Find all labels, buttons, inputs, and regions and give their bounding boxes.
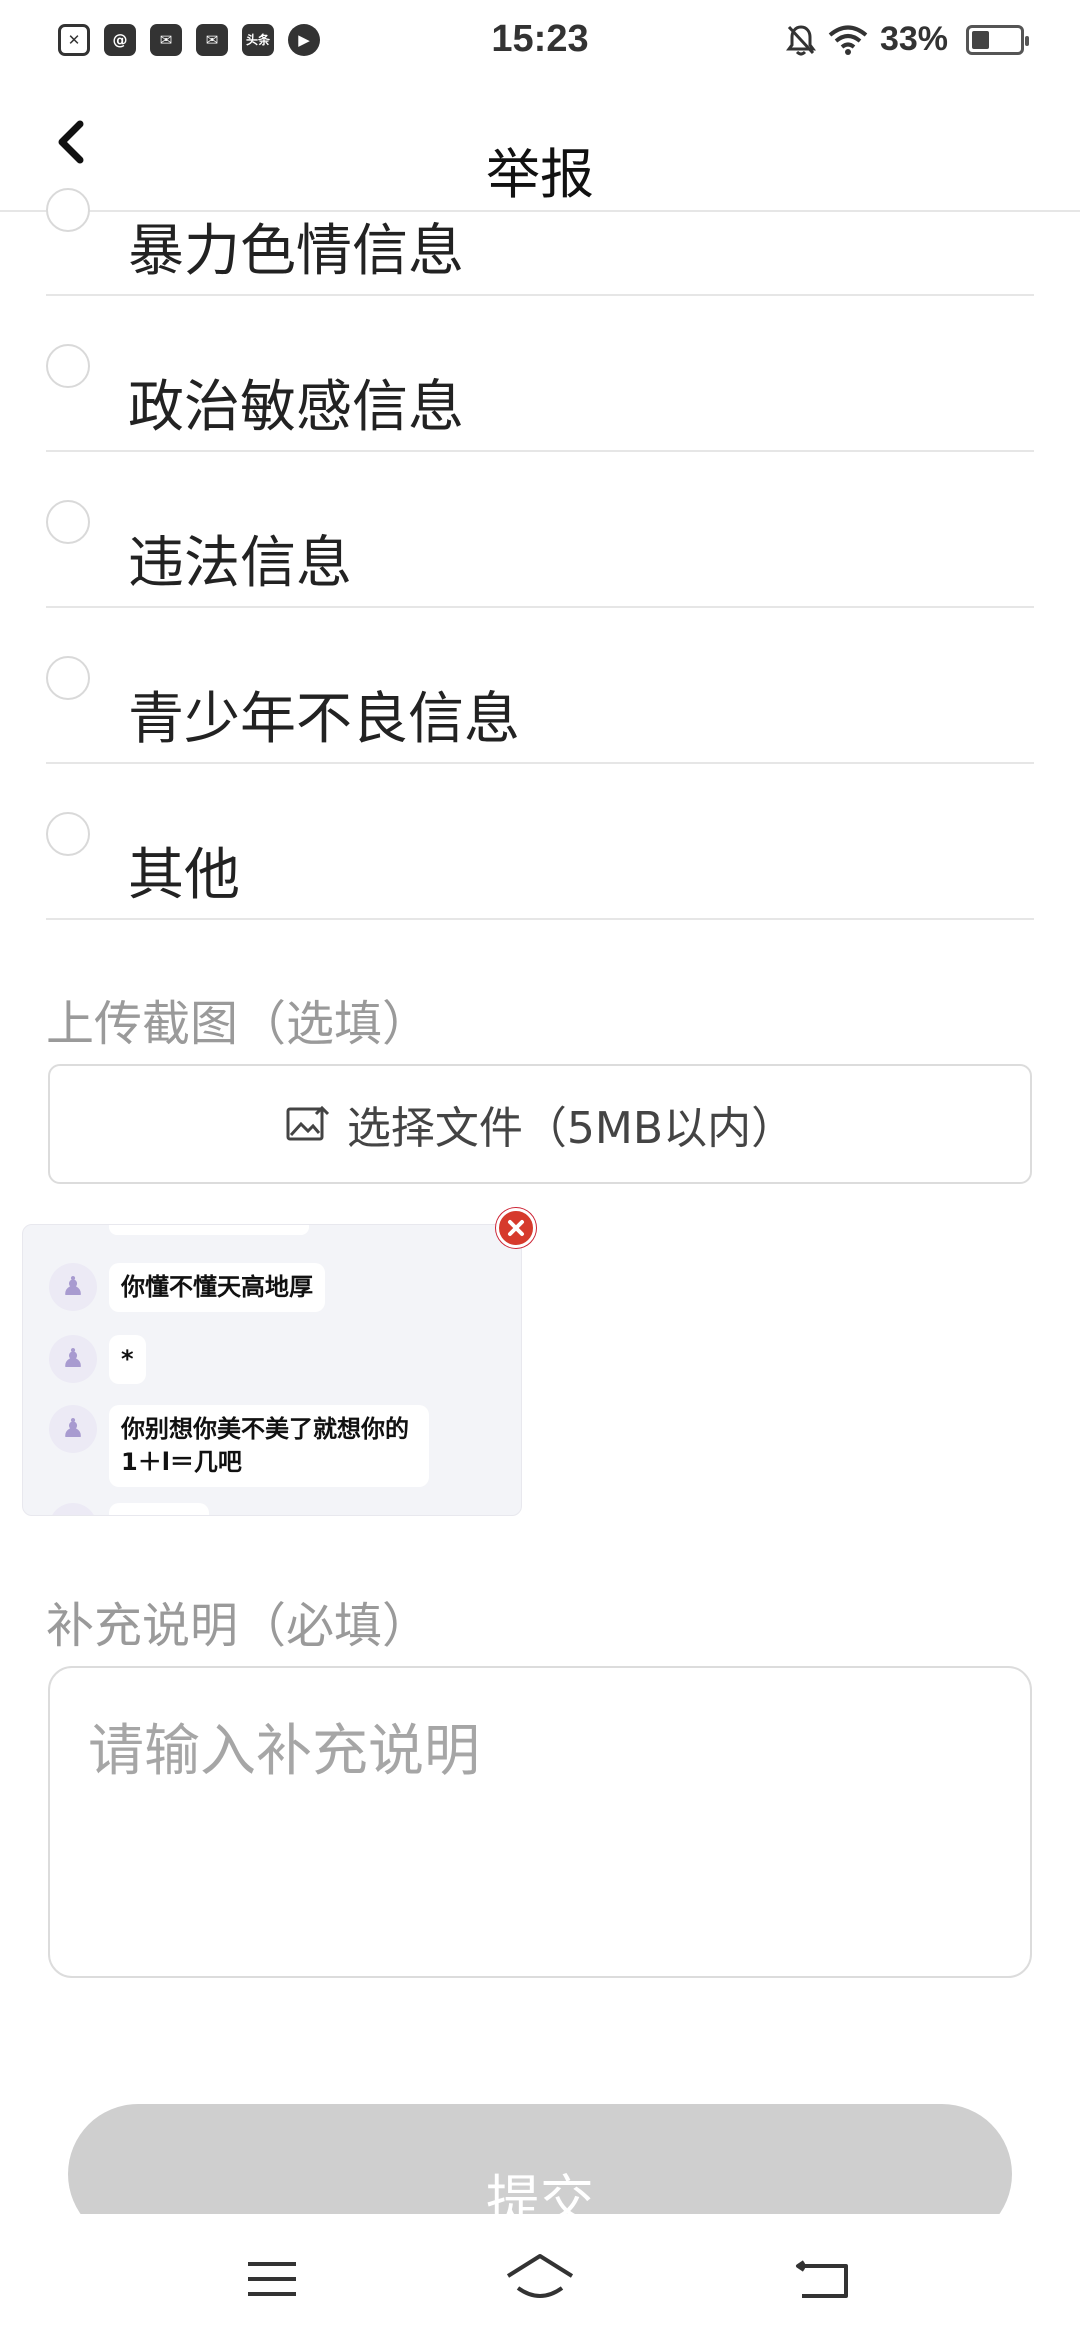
close-circle-icon[interactable] xyxy=(496,1208,536,1248)
chat-bubble-partial xyxy=(109,1503,209,1515)
chat-message: ♟ 你别想你美不美了就想你的1＋l＝几吧 xyxy=(49,1405,429,1487)
bell-off-icon xyxy=(785,24,816,55)
system-navigation-bar xyxy=(0,2214,1080,2340)
radio-button[interactable] xyxy=(46,812,90,856)
menu-icon xyxy=(248,2262,296,2296)
back-nav-button[interactable] xyxy=(784,2244,864,2314)
page-title: 举报 xyxy=(486,143,594,206)
choose-file-button[interactable]: 选择文件（5MB以内） xyxy=(48,1064,1032,1184)
avatar: ♟ xyxy=(49,1263,97,1311)
status-indicators: 33% xyxy=(785,20,1029,59)
option-violent-porn[interactable]: 暴力色情信息 xyxy=(46,188,1034,296)
option-political-sensitive[interactable]: 政治敏感信息 xyxy=(46,296,1034,452)
radio-button[interactable] xyxy=(46,188,90,232)
option-youth-harmful[interactable]: 青少年不良信息 xyxy=(46,608,1034,764)
back-icon xyxy=(796,2260,848,2298)
upload-section-label: 上传截图（选填） xyxy=(46,996,431,1052)
image-upload-icon xyxy=(286,1105,329,1141)
option-label: 其他 xyxy=(128,843,240,908)
uploaded-screenshot-thumbnail[interactable]: ♟ 你懂不懂天高地厚 ♟ * ♟ 你别想你美不美了就想你的1＋l＝几吧 ♟ xyxy=(22,1224,522,1516)
option-label: 政治敏感信息 xyxy=(128,375,464,440)
option-illegal[interactable]: 违法信息 xyxy=(46,452,1034,608)
wifi-icon xyxy=(828,25,868,55)
chat-message-partial: ♟ xyxy=(49,1503,209,1515)
battery-fill xyxy=(972,30,989,49)
chat-message: ♟ 你懂不懂天高地厚 xyxy=(49,1263,325,1312)
option-other[interactable]: 其他 xyxy=(46,764,1034,920)
home-icon xyxy=(506,2254,574,2298)
report-reason-list: 暴力色情信息 政治敏感信息 违法信息 青少年不良信息 其他 xyxy=(46,188,1034,920)
option-label: 暴力色情信息 xyxy=(128,219,464,284)
avatar: ♟ xyxy=(49,1405,97,1453)
avatar: ♟ xyxy=(49,1335,97,1383)
radio-button[interactable] xyxy=(46,500,90,544)
chat-bubble: 你懂不懂天高地厚 xyxy=(109,1263,325,1312)
description-section-label: 补充说明（必填） xyxy=(46,1598,431,1654)
radio-button[interactable] xyxy=(46,656,90,700)
chat-bubble-partial xyxy=(109,1225,309,1235)
battery-icon xyxy=(966,24,1029,55)
home-button[interactable] xyxy=(500,2244,580,2314)
chat-message: ♟ * xyxy=(49,1335,146,1384)
description-input[interactable] xyxy=(48,1666,1032,1978)
radio-button[interactable] xyxy=(46,344,90,388)
chat-bubble: * xyxy=(109,1335,146,1384)
option-label: 违法信息 xyxy=(128,531,352,596)
option-label: 青少年不良信息 xyxy=(128,687,520,752)
avatar: ♟ xyxy=(49,1503,97,1515)
choose-file-label: 选择文件（5MB以内） xyxy=(346,1103,796,1154)
chat-bubble: 你别想你美不美了就想你的1＋l＝几吧 xyxy=(109,1405,429,1487)
menu-button[interactable] xyxy=(232,2244,312,2314)
battery-percentage: 33% xyxy=(879,20,948,58)
status-bar: ✕ @ ✉ ✉ 头条 ▶ 15:23 33% xyxy=(0,0,1080,84)
header: 举报 xyxy=(0,84,1080,212)
